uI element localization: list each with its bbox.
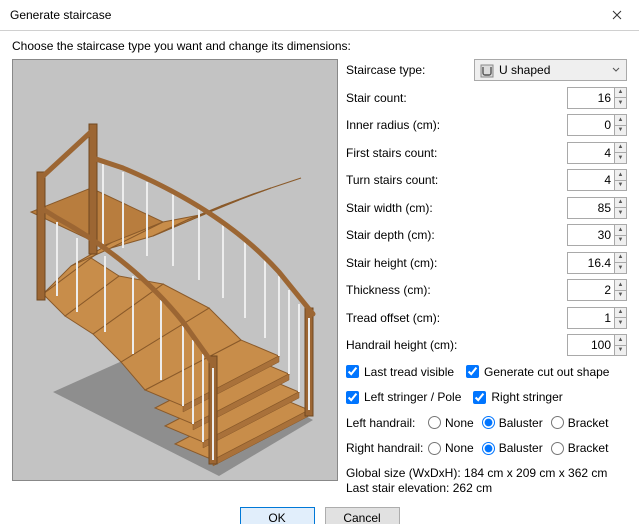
right-handrail-bracket[interactable]: Bracket bbox=[551, 441, 609, 455]
left-handrail-baluster[interactable]: Baluster bbox=[482, 416, 543, 430]
turn-stairs-input[interactable] bbox=[568, 170, 614, 190]
label-left-handrail: Left handrail: bbox=[346, 416, 428, 430]
label-right-handrail: Right handrail: bbox=[346, 441, 428, 455]
instruction-text: Choose the staircase type you want and c… bbox=[12, 39, 627, 53]
down-arrow-icon[interactable]: ▼ bbox=[615, 98, 626, 108]
cut-out-checkbox[interactable]: Generate cut out shape bbox=[466, 365, 609, 379]
title-bar: Generate staircase bbox=[0, 0, 639, 31]
thickness-spinner[interactable]: ▲▼ bbox=[567, 279, 627, 301]
staircase-type-select[interactable]: U shaped bbox=[474, 59, 627, 81]
close-button[interactable] bbox=[594, 0, 639, 30]
u-shaped-icon bbox=[480, 64, 494, 78]
stair-width-input[interactable] bbox=[568, 198, 614, 218]
last-elevation-text: Last stair elevation: 262 cm bbox=[346, 481, 627, 497]
label-stair-depth: Stair depth (cm): bbox=[346, 228, 466, 242]
close-icon bbox=[612, 10, 622, 20]
label-handrail-height: Handrail height (cm): bbox=[346, 338, 466, 352]
staircase-type-value: U shaped bbox=[499, 63, 550, 77]
label-type: Staircase type: bbox=[346, 63, 466, 77]
right-handrail-none[interactable]: None bbox=[428, 441, 474, 455]
label-tread-offset: Tread offset (cm): bbox=[346, 311, 466, 325]
chevron-down-icon bbox=[612, 66, 620, 74]
staircase-preview[interactable] bbox=[12, 59, 338, 481]
thickness-input[interactable] bbox=[568, 280, 614, 300]
label-stair-height: Stair height (cm): bbox=[346, 256, 466, 270]
label-stair-count: Stair count: bbox=[346, 91, 466, 105]
first-stairs-spinner[interactable]: ▲▼ bbox=[567, 142, 627, 164]
handrail-height-spinner[interactable]: ▲▼ bbox=[567, 334, 627, 356]
turn-stairs-spinner[interactable]: ▲▼ bbox=[567, 169, 627, 191]
tread-offset-spinner[interactable]: ▲▼ bbox=[567, 307, 627, 329]
global-size-text: Global size (WxDxH): 184 cm x 209 cm x 3… bbox=[346, 466, 627, 482]
left-stringer-checkbox[interactable]: Left stringer / Pole bbox=[346, 390, 461, 404]
cancel-button[interactable]: Cancel bbox=[325, 507, 400, 524]
left-handrail-none[interactable]: None bbox=[428, 416, 474, 430]
label-turn-stairs: Turn stairs count: bbox=[346, 173, 466, 187]
stair-count-input[interactable] bbox=[568, 88, 614, 108]
stair-height-spinner[interactable]: ▲▼ bbox=[567, 252, 627, 274]
first-stairs-input[interactable] bbox=[568, 143, 614, 163]
inner-radius-input[interactable] bbox=[568, 115, 614, 135]
window-title: Generate staircase bbox=[10, 8, 111, 22]
label-inner-radius: Inner radius (cm): bbox=[346, 118, 466, 132]
stair-width-spinner[interactable]: ▲▼ bbox=[567, 197, 627, 219]
ok-button[interactable]: OK bbox=[240, 507, 315, 524]
parameter-form: Staircase type: U shaped Stair count: ▲▼ bbox=[346, 59, 627, 497]
up-arrow-icon[interactable]: ▲ bbox=[615, 88, 626, 99]
label-first-stairs: First stairs count: bbox=[346, 146, 466, 160]
stair-height-input[interactable] bbox=[568, 253, 614, 273]
right-handrail-baluster[interactable]: Baluster bbox=[482, 441, 543, 455]
inner-radius-spinner[interactable]: ▲▼ bbox=[567, 114, 627, 136]
label-stair-width: Stair width (cm): bbox=[346, 201, 466, 215]
button-bar: OK Cancel bbox=[12, 507, 627, 524]
stair-depth-input[interactable] bbox=[568, 225, 614, 245]
tread-offset-input[interactable] bbox=[568, 308, 614, 328]
stair-depth-spinner[interactable]: ▲▼ bbox=[567, 224, 627, 246]
stair-count-spinner[interactable]: ▲▼ bbox=[567, 87, 627, 109]
right-stringer-checkbox[interactable]: Right stringer bbox=[473, 390, 562, 404]
dialog-content: Choose the staircase type you want and c… bbox=[0, 31, 639, 524]
last-tread-checkbox[interactable]: Last tread visible bbox=[346, 365, 454, 379]
info-block: Global size (WxDxH): 184 cm x 209 cm x 3… bbox=[346, 466, 627, 497]
staircase-3d-icon bbox=[13, 60, 337, 480]
handrail-height-input[interactable] bbox=[568, 335, 614, 355]
left-handrail-bracket[interactable]: Bracket bbox=[551, 416, 609, 430]
label-thickness: Thickness (cm): bbox=[346, 283, 466, 297]
